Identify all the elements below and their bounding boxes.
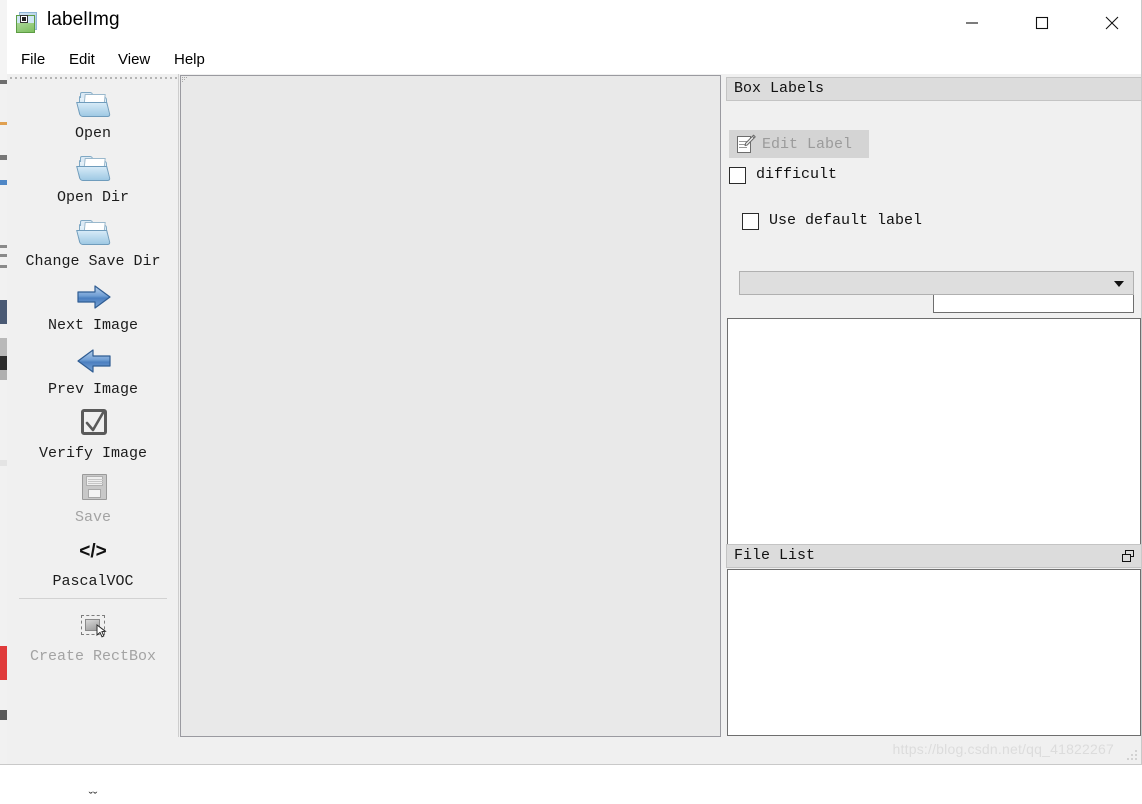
- use-default-label-checkbox[interactable]: [742, 213, 759, 230]
- watermark-text: https://blog.csdn.net/qq_41822267: [892, 741, 1114, 757]
- chevron-down-icon: [1114, 281, 1124, 287]
- rect-box-icon: [70, 609, 116, 647]
- toolbar-label-save: Save: [74, 509, 111, 526]
- floppy-disk-icon: [70, 470, 116, 508]
- toolbar-label-open-dir: Open Dir: [56, 189, 129, 206]
- checkbox-check-icon: [70, 406, 116, 444]
- window-title: labelImg: [47, 9, 120, 30]
- file-list-title-bar: File List: [726, 544, 1142, 568]
- toolbar-item-open-dir[interactable]: Open Dir: [11, 150, 175, 206]
- toolbar-item-next-image[interactable]: Next Image: [11, 278, 175, 334]
- file-list-items[interactable]: [727, 569, 1141, 736]
- maximize-button[interactable]: [1019, 0, 1065, 46]
- toolbar-expand-chevron-down-icon[interactable]: ˇˇ: [11, 789, 175, 804]
- box-labels-list[interactable]: [727, 318, 1141, 558]
- left-toolbar: Open Open Dir Change Save Dir Next Image…: [7, 74, 179, 804]
- label-combo-box[interactable]: [739, 271, 1134, 295]
- open-folder-icon: [70, 86, 116, 124]
- toolbar-label-pascalvoc: PascalVOC: [52, 573, 134, 590]
- toolbar-label-next-image: Next Image: [47, 317, 138, 334]
- toolbar-label-prev-image: Prev Image: [47, 381, 138, 398]
- pencil-edit-icon: [736, 134, 756, 155]
- difficult-checkbox[interactable]: [729, 167, 746, 184]
- app-icon: [15, 11, 39, 35]
- toolbar-item-verify-image[interactable]: Verify Image: [11, 406, 175, 462]
- use-default-label-text: Use default label: [769, 212, 923, 229]
- toolbar-item-create-rectbox[interactable]: Create RectBox: [11, 609, 175, 665]
- file-list-dock: File List: [726, 544, 1142, 737]
- arrow-right-icon: [70, 278, 116, 316]
- minimize-button[interactable]: [949, 0, 995, 46]
- float-dock-icon[interactable]: [1120, 548, 1138, 566]
- title-bar: labelImg: [7, 0, 1142, 46]
- toolbar-separator: [19, 598, 167, 599]
- box-labels-body: Edit Label difficult Use default label: [726, 101, 1142, 558]
- file-list-body: [726, 568, 1142, 737]
- file-list-title: File List: [734, 547, 816, 564]
- menu-file[interactable]: File: [15, 48, 51, 72]
- menu-view[interactable]: View: [112, 48, 156, 72]
- box-labels-title: Box Labels: [726, 77, 1142, 101]
- status-bar: https://blog.csdn.net/qq_41822267: [7, 740, 1142, 765]
- open-folder-icon: [70, 150, 116, 188]
- toolbar-label-change-save-dir: Change Save Dir: [25, 253, 161, 270]
- labelimg-window: labelImg File Edit View Help Open Open D…: [0, 0, 1142, 804]
- box-labels-dock: Box Labels Edit Label difficult Use defa…: [726, 77, 1142, 558]
- toolbar-item-save[interactable]: Save: [11, 470, 175, 526]
- resize-grip-icon[interactable]: [1127, 750, 1139, 762]
- arrow-left-icon: [70, 342, 116, 380]
- canvas-corner-grip-icon: [182, 77, 189, 84]
- toolbar-label-create-rectbox: Create RectBox: [29, 648, 157, 665]
- difficult-label: difficult: [756, 166, 838, 183]
- toolbar-item-pascalvoc[interactable]: </> PascalVOC: [11, 534, 175, 590]
- edit-label-button-text: Edit Label: [762, 136, 853, 153]
- close-button[interactable]: [1089, 0, 1135, 46]
- toolbar-item-prev-image[interactable]: Prev Image: [11, 342, 175, 398]
- desktop-background-sliver: [0, 0, 7, 765]
- menu-help[interactable]: Help: [168, 48, 211, 72]
- toolbar-label-verify-image: Verify Image: [38, 445, 148, 462]
- image-canvas[interactable]: [180, 75, 721, 737]
- open-folder-icon: [70, 214, 116, 252]
- toolbar-drag-handle[interactable]: [10, 76, 177, 82]
- edit-label-button[interactable]: Edit Label: [729, 130, 869, 158]
- code-tags-icon: </>: [79, 541, 107, 562]
- toolbar-label-open: Open: [74, 125, 111, 142]
- toolbar-item-change-save-dir[interactable]: Change Save Dir: [11, 214, 175, 270]
- toolbar-item-open[interactable]: Open: [11, 86, 175, 142]
- menu-bar: File Edit View Help: [7, 46, 1142, 74]
- menu-edit[interactable]: Edit: [63, 48, 101, 72]
